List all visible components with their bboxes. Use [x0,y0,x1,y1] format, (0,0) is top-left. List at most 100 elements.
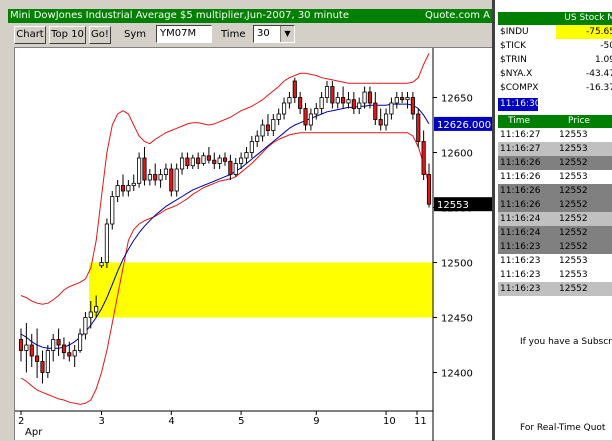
candle-body [67,352,72,357]
candle-body [341,97,346,104]
time-sales-row[interactable]: 11:16:27 12553 [498,142,612,156]
candle-body [362,91,367,104]
trade-price: 12553 [559,144,588,154]
time-interval-select[interactable]: 30 ▼ [253,25,295,43]
index-symbol: $INDU [500,27,529,37]
index-row[interactable]: $COMPX -16.37 [498,81,612,95]
index-row[interactable]: $TRIN 1.09 [498,53,612,67]
candle-body [179,157,185,170]
candle-body [72,350,77,357]
chart-title: Mini DowJones Industrial Average $5 mult… [10,10,349,21]
candle-body [314,108,319,115]
time-tick-label: 4 [168,416,174,427]
chart-plot-area[interactable]: 126501260012550125001245012400234591011A… [14,47,493,441]
candle-body [115,185,120,197]
index-symbol: $TRIN [500,55,527,65]
candle-body [367,91,373,104]
candle-body [126,185,131,192]
time-sales-row[interactable]: 11:16:26 12552 [498,184,612,198]
candle-body [335,97,340,104]
candle-body [239,157,244,164]
candle-body [378,119,383,126]
time-sales-row[interactable]: 11:16:26 12553 [498,170,612,184]
chart-button[interactable]: Chart [14,26,46,44]
chart-toolbar: Chart Top 10 Go! Sym YM07M Time 30 ▼ [8,23,492,47]
month-label: Apr [25,427,43,438]
index-row[interactable]: $TICK -50 [498,39,612,53]
candle-body [421,141,426,175]
trade-price: 12552 [559,228,588,238]
candle-body [244,152,249,159]
index-change: -50 [600,41,612,51]
candle-body [61,344,67,354]
time-sales-row[interactable]: 11:16:26 12552 [498,198,612,212]
time-sales-row[interactable]: 11:16:24 12552 [498,226,612,240]
time-tick-label: 11 [414,416,427,427]
time-sales-row[interactable]: 11:16:23 12553 [498,254,612,268]
clock-display: 11:16:30 [498,98,541,111]
price-tick-label: 12450 [441,314,473,325]
trade-price: 12552 [559,284,588,294]
subscription-message: If you have a Subscr [520,337,612,347]
time-sales-row[interactable]: 11:16:27 12553 [498,128,612,142]
candle-body [35,355,40,362]
chart-title-bar: Mini DowJones Industrial Average $5 mult… [8,9,492,23]
time-tick-label: 3 [99,416,105,427]
candle-body [120,185,126,192]
time-sales-row[interactable]: 11:16:23 12552 [498,240,612,254]
time-column-header[interactable]: Time [508,115,530,128]
last-price-label: 12553 [437,200,469,211]
index-row[interactable]: $NYA.X -43.47 [498,67,612,81]
time-sales-row[interactable]: 11:16:24 12552 [498,212,612,226]
trade-time: 11:16:26 [500,172,541,182]
candle-body [324,86,330,98]
candle-body [18,339,24,351]
time-sales-row[interactable]: 11:16:23 12553 [498,268,612,282]
trade-time: 11:16:23 [500,284,541,294]
chevron-down-icon[interactable]: ▼ [280,26,294,42]
candle-body [131,182,136,186]
candle-body [351,99,356,109]
candle-body [357,102,362,109]
time-sales-row[interactable]: 11:16:23 12552 [498,282,612,296]
message-area: If you have a Subscr For Real-Time Quot [498,296,612,440]
price-tick-label: 12600 [441,149,473,160]
price-chart[interactable]: 126501260012550125001245012400234591011A… [15,48,493,441]
chart-window: Mini DowJones Industrial Average $5 mult… [0,0,493,441]
candle-body [169,168,174,192]
market-panel: US Stock M $INDU-75.65$TICK-50$TRIN1.09$… [492,0,612,440]
candle-body [394,97,399,104]
symbol-input[interactable]: YM07M [156,25,212,43]
time-tick-label: 10 [383,416,396,427]
candle-body [77,333,83,351]
go-button[interactable]: Go! [89,26,111,44]
trade-price: 12553 [559,172,588,182]
candle-body [163,168,169,175]
top10-button[interactable]: Top 10 [49,26,86,44]
price-column-header[interactable]: Price [568,115,590,128]
trade-time: 11:16:26 [500,186,541,196]
price-tick-label: 12500 [441,259,473,270]
trade-time: 11:16:24 [500,228,541,238]
trade-time: 11:16:27 [500,130,541,140]
moving-average-price-label: 12626.000 [437,120,491,131]
trade-price: 12552 [559,200,588,210]
candle-body [346,99,351,104]
trade-time: 11:16:27 [500,144,541,154]
index-row[interactable]: $INDU -75.65 [498,25,612,39]
candle-body [99,262,104,267]
index-change: -43.47 [585,69,612,79]
trade-price: 12552 [559,158,588,168]
candle-body [104,223,109,263]
time-sales-row[interactable]: 11:16:26 12552 [498,156,612,170]
candle-body [276,113,281,120]
candle-body [287,97,292,104]
candle-body [222,157,228,162]
index-change: -16.37 [585,83,612,93]
candle-body [400,97,405,101]
trade-time: 11:16:23 [500,270,541,280]
candle-body [260,124,265,137]
candle-body [29,344,34,357]
time-tick-label: 9 [313,416,319,427]
trade-price: 12552 [559,242,588,252]
